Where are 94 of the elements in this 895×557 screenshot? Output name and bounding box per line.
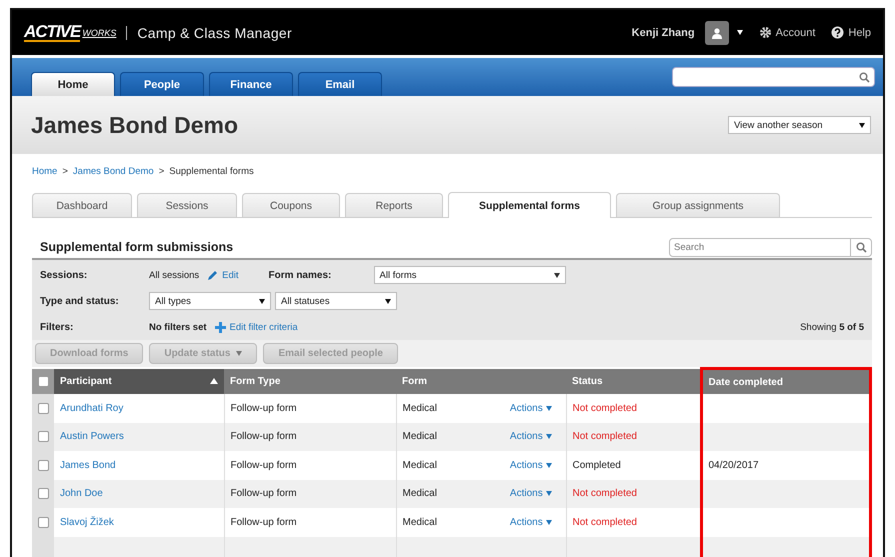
participant-link[interactable]: Arundhati Roy bbox=[60, 402, 124, 414]
result-count: Showing 5 of 5 bbox=[800, 322, 864, 332]
edit-filter-link[interactable]: Edit filter criteria bbox=[214, 322, 298, 332]
table-cell: Medical bbox=[402, 402, 437, 414]
select-all-checkbox[interactable] bbox=[38, 376, 48, 387]
breadcrumb-current: Supplemental forms bbox=[169, 166, 254, 176]
column-header[interactable]: Form Type bbox=[224, 368, 396, 394]
status-text: Completed bbox=[572, 460, 621, 471]
filter-label: Filters: bbox=[40, 322, 74, 332]
search-icon[interactable] bbox=[859, 72, 870, 82]
filter-value: All sessions bbox=[149, 270, 200, 280]
table-cell: Medical bbox=[402, 431, 437, 442]
form-names-select[interactable]: All forms bbox=[374, 266, 566, 284]
logo-suffix: WORKS bbox=[82, 28, 116, 38]
actions-menu[interactable]: Actions bbox=[510, 488, 552, 500]
section-tab[interactable]: Supplemental forms bbox=[448, 192, 611, 218]
panel-title: Supplemental form submissions bbox=[40, 240, 234, 254]
row-checkbox[interactable] bbox=[38, 488, 48, 500]
caret-icon bbox=[546, 406, 552, 411]
gear-icon bbox=[758, 26, 772, 39]
section-tab[interactable]: Group assignments bbox=[616, 193, 780, 217]
caret-icon bbox=[546, 434, 552, 440]
table-cell: Medical bbox=[402, 488, 437, 500]
caret-icon bbox=[546, 491, 552, 496]
caret-icon bbox=[236, 351, 242, 356]
status-text: Not completed bbox=[572, 431, 637, 442]
table-cell: Follow-up form bbox=[230, 431, 297, 442]
user-name: Kenji Zhang bbox=[632, 26, 695, 38]
plus-icon bbox=[214, 322, 226, 332]
column-header[interactable]: Status bbox=[566, 368, 701, 394]
table-cell: Medical bbox=[402, 460, 437, 471]
breadcrumb-link[interactable]: Home bbox=[32, 166, 58, 176]
breadcrumb-link[interactable]: James Bond Demo bbox=[72, 166, 154, 176]
app-name: Camp & Class Manager bbox=[137, 24, 292, 40]
user-avatar-icon[interactable] bbox=[704, 20, 729, 44]
column-header[interactable]: Form bbox=[396, 368, 566, 394]
season-select[interactable]: View another season bbox=[728, 116, 871, 134]
nav-tab[interactable]: Finance bbox=[209, 72, 293, 96]
nav-tab[interactable]: Home bbox=[31, 72, 115, 96]
status-text: Not completed bbox=[572, 516, 637, 528]
table-cell: Medical bbox=[402, 516, 437, 528]
actions-menu[interactable]: Actions bbox=[510, 402, 552, 414]
search-field[interactable] bbox=[672, 67, 875, 87]
table-cell: 04/20/2017 bbox=[708, 460, 759, 471]
help-icon bbox=[831, 26, 844, 39]
row-checkbox[interactable] bbox=[38, 460, 48, 471]
pencil-icon bbox=[207, 270, 218, 280]
breadcrumb-separator: > bbox=[158, 166, 164, 176]
status-select[interactable]: All statuses bbox=[275, 292, 397, 310]
breadcrumb-separator: > bbox=[62, 166, 68, 176]
table-cell: Follow-up form bbox=[230, 488, 297, 500]
section-tab[interactable]: Sessions bbox=[137, 193, 237, 217]
caret-icon bbox=[736, 30, 743, 35]
section-tab[interactable]: Dashboard bbox=[32, 193, 132, 217]
filter-label: Form names: bbox=[268, 270, 332, 280]
table-cell: Follow-up form bbox=[230, 402, 297, 414]
status-text: Not completed bbox=[572, 402, 637, 414]
participant-link[interactable]: Slavoj Žižek bbox=[60, 516, 114, 528]
column-header[interactable]: Date completed bbox=[701, 368, 870, 394]
logo[interactable]: ACTIVE bbox=[24, 24, 80, 42]
row-checkbox[interactable] bbox=[38, 431, 48, 442]
nav-tab[interactable]: Email bbox=[298, 72, 382, 96]
actions-menu[interactable]: Actions bbox=[510, 460, 552, 471]
status-text: Not completed bbox=[572, 488, 637, 500]
help-link[interactable]: Help bbox=[831, 26, 871, 39]
filter-value: No filters set bbox=[149, 322, 207, 332]
row-checkbox[interactable] bbox=[38, 402, 48, 414]
sort-arrow-icon bbox=[210, 378, 218, 384]
row-checkbox[interactable] bbox=[38, 516, 48, 528]
caret-icon bbox=[385, 298, 391, 304]
page-title: James Bond Demo bbox=[31, 112, 240, 138]
table-cell: Follow-up form bbox=[230, 516, 297, 528]
actions-menu[interactable]: Actions bbox=[510, 516, 552, 528]
nav-tab[interactable]: People bbox=[120, 72, 204, 96]
caret-icon bbox=[546, 520, 552, 525]
caret-icon bbox=[546, 462, 552, 468]
participant-link[interactable]: John Doe bbox=[60, 488, 103, 500]
section-tab[interactable]: Reports bbox=[345, 193, 443, 217]
table-cell: Follow-up form bbox=[230, 460, 297, 471]
search-icon[interactable] bbox=[856, 242, 866, 252]
filter-label: Sessions: bbox=[40, 270, 88, 280]
filter-label: Type and status: bbox=[40, 296, 120, 306]
caret-icon bbox=[259, 298, 265, 304]
caret-icon bbox=[554, 272, 560, 278]
participant-link[interactable]: James Bond bbox=[60, 460, 116, 471]
actions-menu[interactable]: Actions bbox=[510, 431, 552, 442]
account-link[interactable]: Account bbox=[758, 26, 816, 39]
column-header[interactable]: Participant bbox=[54, 368, 224, 394]
search-field[interactable]: Search bbox=[669, 238, 872, 256]
caret-icon bbox=[859, 122, 865, 128]
section-tab[interactable]: Coupons bbox=[242, 193, 340, 217]
edit-link[interactable]: Edit bbox=[207, 270, 239, 280]
participant-link[interactable]: Austin Powers bbox=[60, 431, 124, 442]
type-select[interactable]: All types bbox=[149, 292, 271, 310]
